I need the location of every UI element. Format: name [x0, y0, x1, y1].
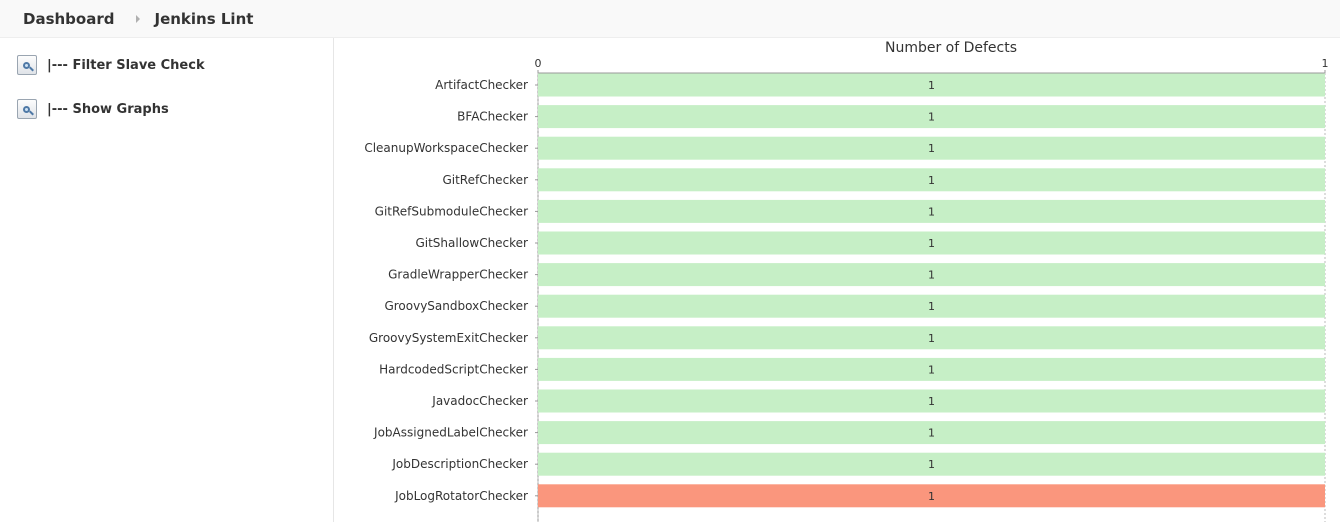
- data-label-GroovySystemExitChecker: 1: [928, 332, 935, 345]
- data-label-BFAChecker: 1: [928, 111, 935, 124]
- show-graphs-label: |--- Show Graphs: [47, 101, 169, 117]
- search-icon: [17, 55, 37, 75]
- search-icon: [17, 99, 37, 119]
- data-label-CleanupWorkspaceChecker: 1: [928, 142, 935, 155]
- category-label-JobDescriptionChecker: JobDescriptionChecker: [391, 457, 528, 471]
- category-label-ArtifactChecker: ArtifactChecker: [435, 78, 528, 92]
- data-label-JavadocChecker: 1: [928, 395, 935, 408]
- data-label-JobAssignedLabelChecker: 1: [928, 427, 935, 440]
- category-label-GradleWrapperChecker: GradleWrapperChecker: [388, 268, 528, 282]
- chart-title: Number of Defects: [885, 40, 1017, 56]
- defects-chart: Number of Defects 0 1 ArtifactChecker 1 BFAC…: [364, 40, 1329, 522]
- category-label-GitRefSubmoduleChecker: GitRefSubmoduleChecker: [375, 204, 528, 218]
- data-label-GitRefSubmoduleChecker: 1: [928, 205, 935, 218]
- category-label-BFAChecker: BFAChecker: [457, 110, 528, 124]
- data-label-GradleWrapperChecker: 1: [928, 269, 935, 282]
- category-label-GitRefChecker: GitRefChecker: [442, 173, 528, 187]
- category-label-GroovySandboxChecker: GroovySandboxChecker: [384, 299, 528, 313]
- category-label-JavadocChecker: JavadocChecker: [431, 394, 528, 408]
- category-label-JobAssignedLabelChecker: JobAssignedLabelChecker: [373, 426, 528, 440]
- breadcrumb-dashboard[interactable]: Dashboard: [23, 10, 114, 28]
- data-label-JobDescriptionChecker: 1: [928, 458, 935, 471]
- x-tick-label: 1: [1322, 57, 1329, 70]
- breadcrumb-jenkins-lint[interactable]: Jenkins Lint: [154, 10, 253, 28]
- data-label-GitRefChecker: 1: [928, 174, 935, 187]
- category-label-CleanupWorkspaceChecker: CleanupWorkspaceChecker: [364, 141, 528, 155]
- filter-slave-check-label: |--- Filter Slave Check: [47, 57, 205, 73]
- x-tick-label: 0: [535, 57, 542, 70]
- sidebar: |--- Filter Slave Check |--- Show Graphs: [0, 38, 334, 522]
- data-label-GroovySandboxChecker: 1: [928, 300, 935, 313]
- category-label-GitShallowChecker: GitShallowChecker: [415, 236, 528, 250]
- show-graphs-task[interactable]: |--- Show Graphs: [17, 97, 169, 121]
- data-label-JobLogRotatorChecker: 1: [928, 490, 935, 503]
- data-label-GitShallowChecker: 1: [928, 237, 935, 250]
- chevron-right-icon: [136, 14, 141, 23]
- category-label-GroovySystemExitChecker: GroovySystemExitChecker: [369, 331, 528, 345]
- data-label-HardcodedScriptChecker: 1: [928, 363, 935, 376]
- filter-slave-check-task[interactable]: |--- Filter Slave Check: [17, 53, 205, 77]
- category-label-JobLogRotatorChecker: JobLogRotatorChecker: [394, 489, 528, 503]
- breadcrumb: Dashboard Jenkins Lint: [0, 0, 1340, 38]
- category-label-HardcodedScriptChecker: HardcodedScriptChecker: [379, 362, 528, 376]
- data-label-ArtifactChecker: 1: [928, 79, 935, 92]
